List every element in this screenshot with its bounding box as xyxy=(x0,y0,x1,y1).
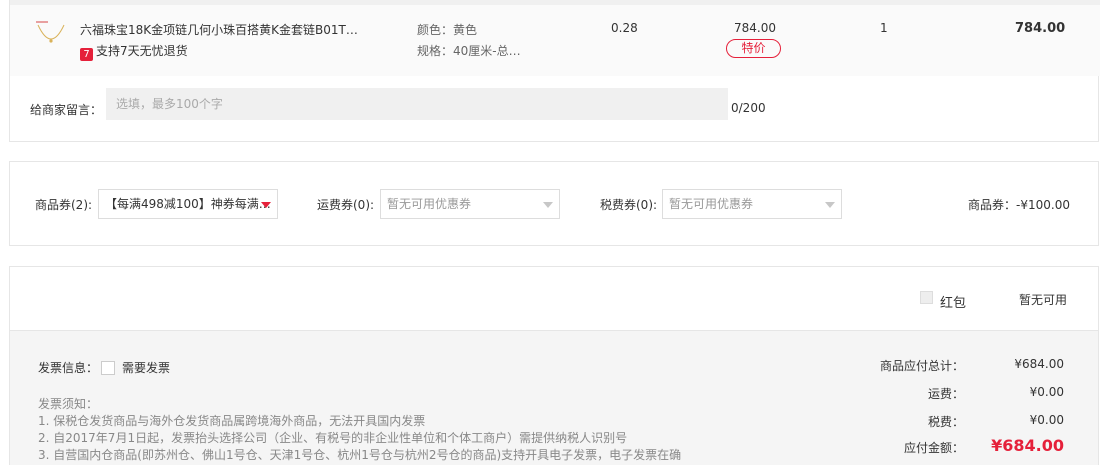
shipping-coupon-select[interactable]: 暂无可用优惠券 xyxy=(380,189,560,219)
order-item-section: 六福珠宝18K金项链几何小珠百搭黄K金套链B01T… 7 支持7天无忧退货 颜色：… xyxy=(9,0,1100,142)
message-char-count: 0/200 xyxy=(731,101,766,115)
tax-coupon-select[interactable]: 暂无可用优惠券 xyxy=(662,189,842,219)
product-row: 六福珠宝18K金项链几何小珠百搭黄K金套链B01T… 7 支持7天无忧退货 颜色：… xyxy=(10,0,1100,76)
return-policy-text: 支持7天无忧退货 xyxy=(96,44,188,58)
invoice-note-line: 1. 保税仓发货商品与海外仓发货商品属跨境海外商品，无法开具国内发票 xyxy=(38,414,426,428)
spec-size: 规格：40厘米-总… xyxy=(417,44,521,58)
goods-coupon-label: 商品券(2): xyxy=(35,198,93,212)
product-price: 784.00 xyxy=(734,21,776,35)
chevron-down-icon xyxy=(543,202,553,208)
seller-message-input[interactable] xyxy=(106,88,728,120)
tax-coupon-value: 暂无可用优惠券 xyxy=(669,197,754,211)
red-packet-section: 红包 暂无可用 xyxy=(9,266,1099,330)
invoice-notes: 发票须知： 1. 保税仓发货商品与海外仓发货商品属跨境海外商品，无法开具国内发票… xyxy=(38,396,681,464)
chevron-down-icon xyxy=(825,202,835,208)
need-invoice-checkbox[interactable] xyxy=(101,361,115,375)
tax-coupon-label: 税费券(0): xyxy=(600,198,658,212)
payable-amount: ¥684.00 xyxy=(991,436,1064,455)
return-policy: 7 支持7天无忧退货 xyxy=(80,42,188,61)
product-thumbnail[interactable] xyxy=(30,19,72,61)
summary-label: 商品应付总计： xyxy=(879,359,964,373)
need-invoice-label[interactable]: 需要发票 xyxy=(122,359,170,376)
red-packet-status: 暂无可用 xyxy=(1019,293,1068,307)
invoice-label: 发票信息： xyxy=(38,361,99,375)
invoice-summary-section: 发票信息： 需要发票 发票须知： 1. 保税仓发货商品与海外仓发货商品属跨境海外… xyxy=(9,330,1099,465)
product-quantity: 1 xyxy=(880,21,888,35)
goods-coupon-select[interactable]: 【每满498减100】神券每满… xyxy=(98,189,278,219)
summary-value: ¥0.00 xyxy=(1029,413,1064,427)
red-packet-label: 红包 xyxy=(940,296,967,311)
summary-value: ¥0.00 xyxy=(1029,385,1064,399)
return-badge-icon: 7 xyxy=(80,48,93,61)
goods-coupon-amount: 商品券：-¥100.00 xyxy=(968,198,1070,212)
summary-value: ¥684.00 xyxy=(1014,357,1064,371)
message-label: 给商家留言： xyxy=(30,103,103,117)
product-subtotal: 784.00 xyxy=(1015,21,1066,36)
invoice-note-line: 2. 自2017年7月1日起，发票抬头选择公司（企业、有税号的非企业性单位和个体… xyxy=(38,431,628,445)
goods-coupon-value: 【每满498减100】神券每满… xyxy=(105,197,271,211)
summary-label: 运费： xyxy=(927,387,964,401)
necklace-icon xyxy=(36,21,65,43)
summary-label: 应付金额： xyxy=(903,441,964,455)
spec-color: 颜色：黄色 xyxy=(417,23,478,37)
summary-label: 税费： xyxy=(927,415,964,429)
invoice-note-line: 发票须知： xyxy=(38,397,99,411)
invoice-note-line: 3. 自营国内仓商品(即苏州仓、佛山1号仓、天津1号仓、杭州1号仓与杭州2号仓的… xyxy=(38,448,682,462)
red-packet-checkbox[interactable] xyxy=(920,291,933,304)
product-title[interactable]: 六福珠宝18K金项链几何小珠百搭黄K金套链B01T… xyxy=(80,21,358,38)
shipping-coupon-label: 运费券(0): xyxy=(317,198,375,212)
product-weight: 0.28 xyxy=(611,21,638,35)
coupon-section: 商品券(2): 【每满498减100】神券每满… 运费券(0): 暂无可用优惠券… xyxy=(9,161,1099,246)
special-price-tag: 特价 xyxy=(726,39,781,58)
chevron-down-icon xyxy=(261,202,271,208)
shipping-coupon-value: 暂无可用优惠券 xyxy=(387,197,472,211)
